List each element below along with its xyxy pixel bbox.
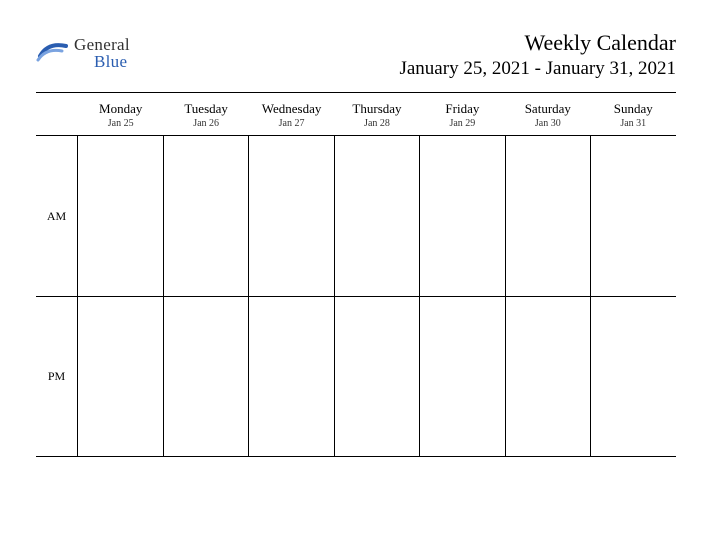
day-header: Saturday Jan 30 [505,99,590,135]
day-header: Tuesday Jan 26 [163,99,248,135]
calendar-cell [249,297,335,456]
period-col-spacer [36,99,78,135]
calendar-cell [506,136,592,296]
day-date: Jan 27 [249,118,334,129]
divider [36,92,676,93]
day-date: Jan 31 [591,118,676,129]
calendar-cell [78,136,164,296]
day-date: Jan 29 [420,118,505,129]
calendar-cell [591,297,676,456]
day-header: Friday Jan 29 [420,99,505,135]
logo-line2: Blue [94,53,130,70]
day-header: Wednesday Jan 27 [249,99,334,135]
day-name: Wednesday [249,101,334,117]
header: General Blue Weekly Calendar January 25,… [36,30,676,80]
calendar-cell [335,297,421,456]
calendar-cell [78,297,164,456]
day-name: Friday [420,101,505,117]
logo-swoosh-icon [36,36,70,70]
page-subtitle: January 25, 2021 - January 31, 2021 [399,58,676,80]
calendar-grid: Monday Jan 25 Tuesday Jan 26 Wednesday J… [36,99,676,457]
calendar-cell [506,297,592,456]
logo-line1: General [74,36,130,53]
day-date: Jan 30 [505,118,590,129]
logo-text: General Blue [74,36,130,70]
calendar-rows: AM PM [36,135,676,457]
day-header: Monday Jan 25 [78,99,163,135]
calendar-cell [164,297,250,456]
calendar-cell [164,136,250,296]
page-title: Weekly Calendar [399,30,676,56]
day-name: Saturday [505,101,590,117]
day-name: Sunday [591,101,676,117]
logo: General Blue [36,36,130,70]
day-header: Thursday Jan 28 [334,99,419,135]
calendar-cell [335,136,421,296]
day-date: Jan 28 [334,118,419,129]
calendar-cell [591,136,676,296]
calendar-row-am: AM [36,136,676,296]
day-headers-row: Monday Jan 25 Tuesday Jan 26 Wednesday J… [36,99,676,135]
period-label: AM [36,136,78,296]
calendar-cell [420,297,506,456]
calendar-cell [249,136,335,296]
day-header: Sunday Jan 31 [591,99,676,135]
calendar-cell [420,136,506,296]
period-label: PM [36,297,78,456]
day-date: Jan 26 [163,118,248,129]
day-name: Tuesday [163,101,248,117]
day-name: Thursday [334,101,419,117]
day-name: Monday [78,101,163,117]
calendar-row-pm: PM [36,296,676,456]
title-block: Weekly Calendar January 25, 2021 - Janua… [399,30,676,80]
day-date: Jan 25 [78,118,163,129]
